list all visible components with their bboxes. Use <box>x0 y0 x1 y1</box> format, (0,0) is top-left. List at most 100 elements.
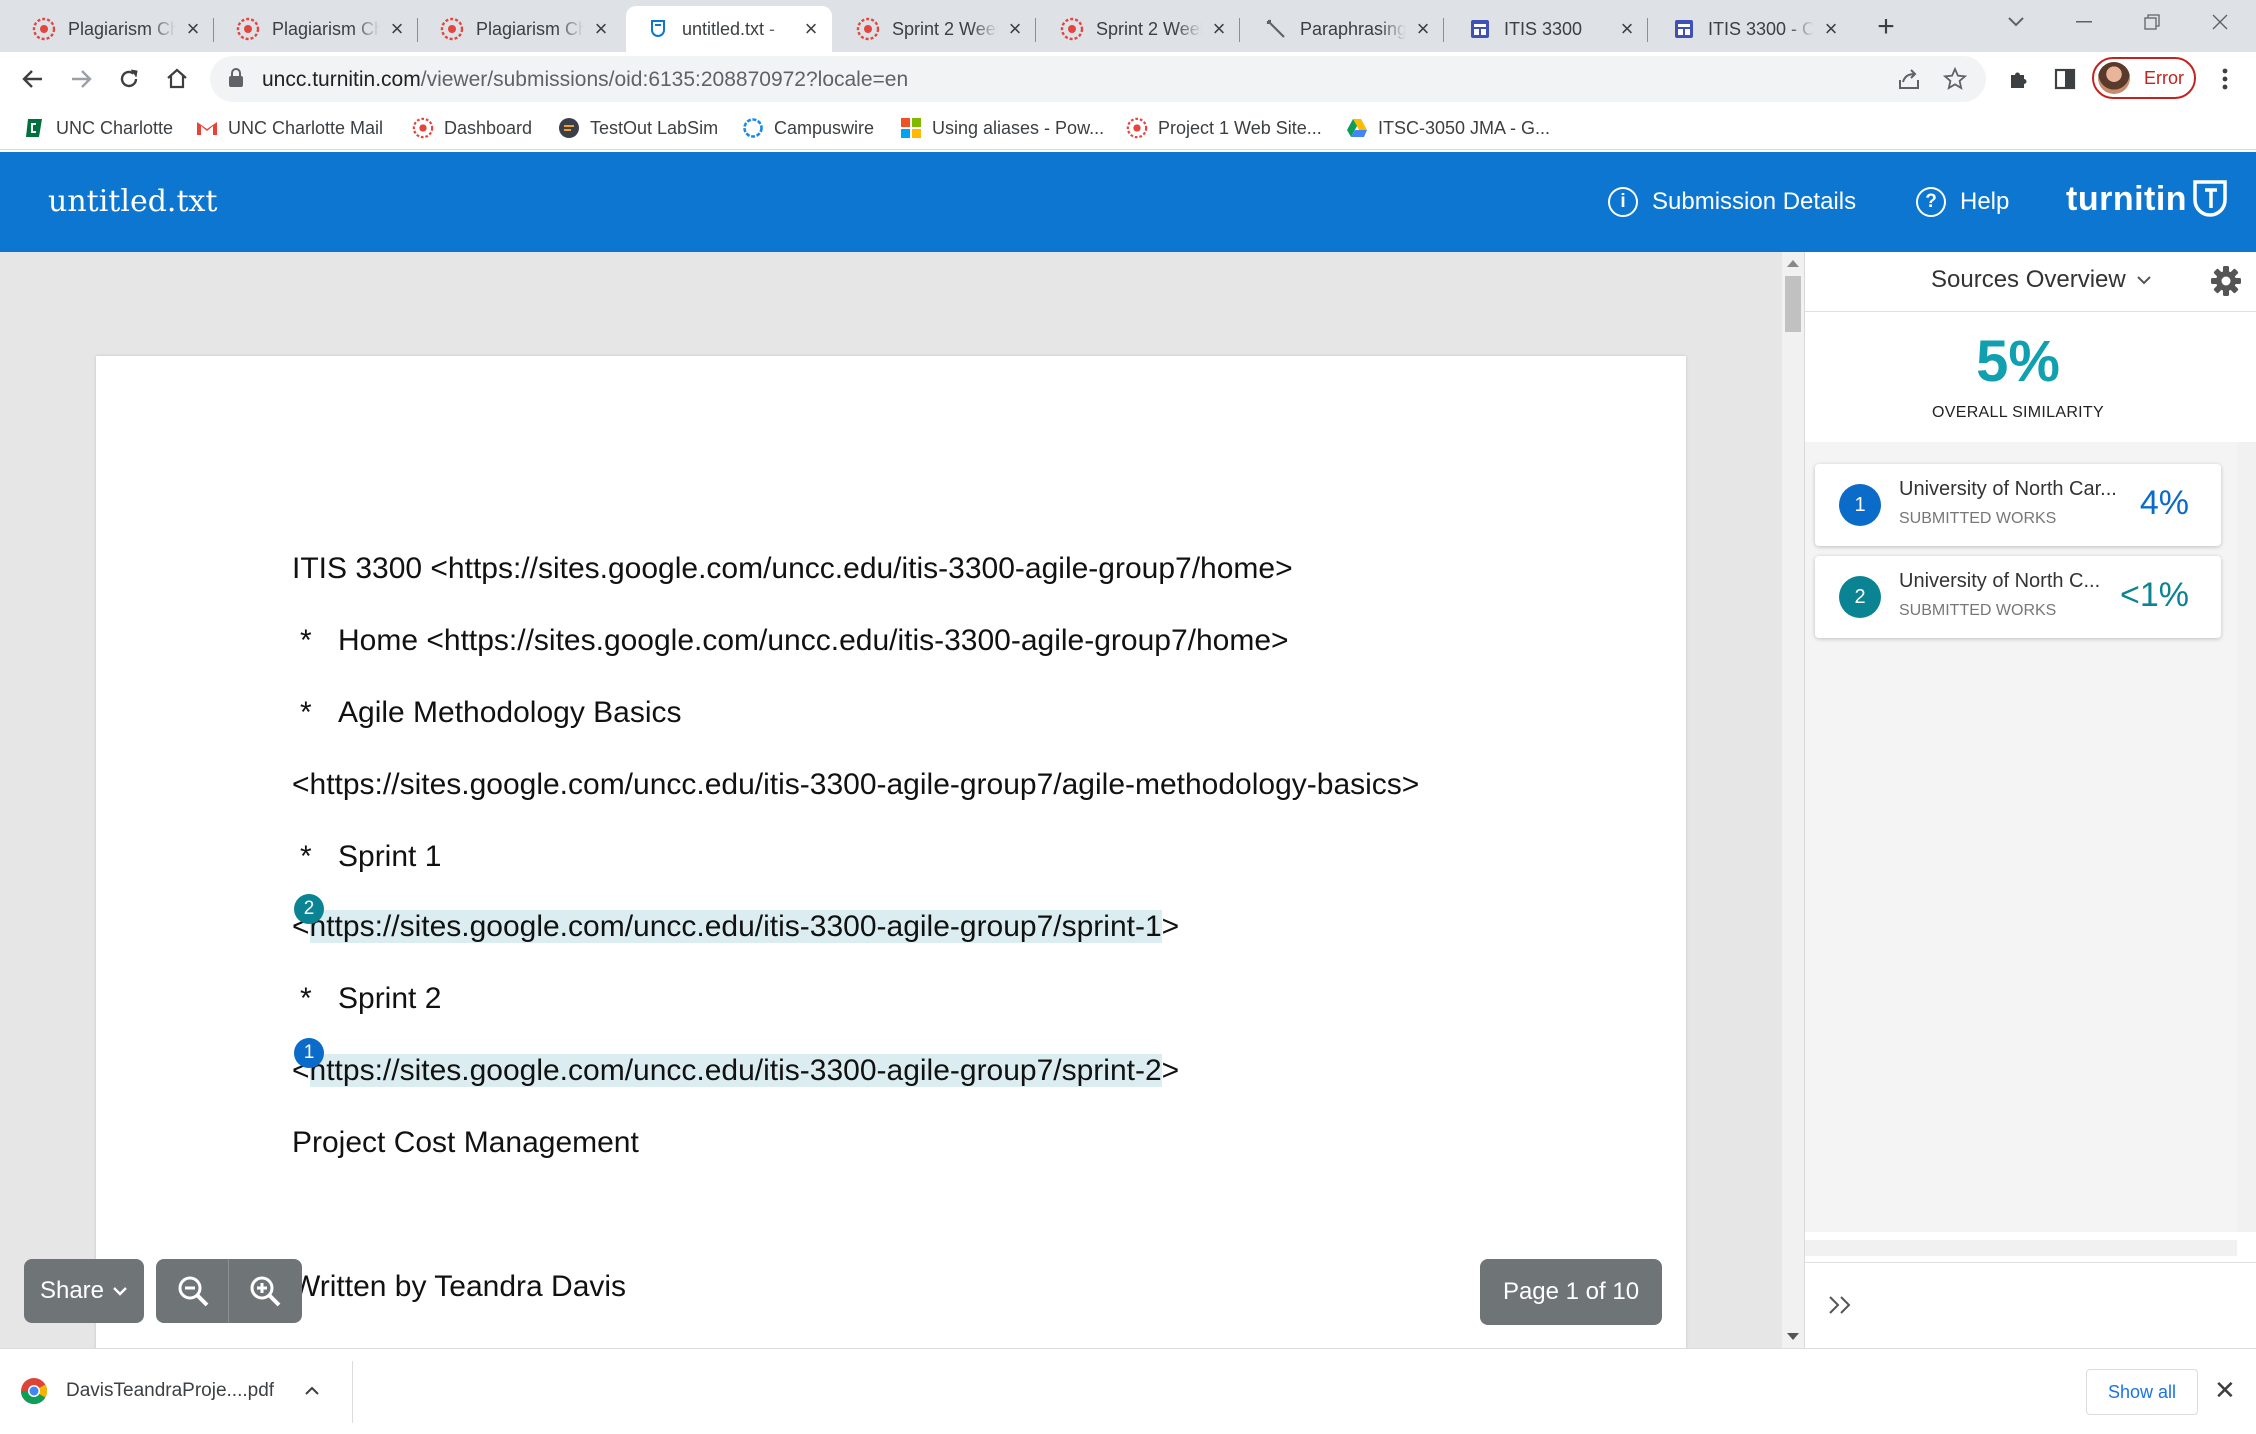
zoom-in-icon <box>250 1276 281 1307</box>
chevron-down-icon <box>113 1287 127 1296</box>
lock-icon[interactable] <box>228 68 244 93</box>
page-indicator[interactable]: Page 1 of 10 <box>1480 1259 1662 1325</box>
help-icon: ? <box>1916 187 1946 217</box>
source-name: University of North C... <box>1899 570 2101 592</box>
document-title: untitled.txt <box>48 184 218 219</box>
browser-toolbar: uncc.turnitin.com/viewer/submissions/oid… <box>0 52 2256 106</box>
new-tab-button[interactable]: + <box>1866 8 1906 48</box>
doc-line: * Sprint 2 <box>300 982 442 1015</box>
browser-tab[interactable]: Sprint 2 Week × <box>836 6 1036 52</box>
unc-icon <box>24 117 46 139</box>
close-window-button[interactable] <box>2186 0 2254 44</box>
browser-tab[interactable]: Paraphrasing × <box>1244 6 1444 52</box>
bookmark-campuswire[interactable]: Campuswire <box>742 114 874 142</box>
close-tab-icon[interactable]: × <box>1412 18 1434 40</box>
browser-tab[interactable]: Sprint 2 Week × <box>1040 6 1240 52</box>
document-page: ITIS 3300 <https://sites.google.com/uncc… <box>96 356 1686 1348</box>
close-tab-icon[interactable]: × <box>1616 18 1638 40</box>
turnitin-logo: turnitin <box>2066 174 2233 224</box>
browser-tab[interactable]: Plagiarism Ch × <box>420 6 622 52</box>
scrollbar-thumb[interactable] <box>1785 276 1801 332</box>
source-name: University of North Car... <box>1899 478 2117 500</box>
sources-list: 1 University of North Car... SUBMITTED W… <box>1805 442 2256 1232</box>
bookmark-itsc-3050[interactable]: ITSC-3050 JMA - G... <box>1346 114 1550 142</box>
zoom-out-button[interactable] <box>157 1259 229 1323</box>
doc-line: <https://sites.google.com/uncc.edu/itis-… <box>292 768 1420 801</box>
browser-tab[interactable]: ITIS 3300 - Co × <box>1652 6 1852 52</box>
chevron-down-icon <box>2137 276 2151 285</box>
close-tab-icon[interactable]: × <box>1208 18 1230 40</box>
bookmark-unc-mail[interactable]: UNC Charlotte Mail <box>196 114 383 142</box>
browser-tab[interactable]: ITIS 3300 × <box>1448 6 1648 52</box>
match-marker-2[interactable]: 2 <box>294 894 324 924</box>
close-tab-icon[interactable]: × <box>386 18 408 40</box>
close-tab-icon[interactable]: × <box>1004 18 1026 40</box>
sources-horizontal-scrollbar[interactable] <box>1805 1240 2237 1256</box>
close-tab-icon[interactable]: × <box>800 18 822 40</box>
address-bar[interactable]: uncc.turnitin.com/viewer/submissions/oid… <box>210 56 1986 102</box>
match-line-1[interactable]: <https://sites.google.com/uncc.edu/itis-… <box>292 1054 1179 1088</box>
sources-panel-footer <box>1805 1262 2256 1348</box>
show-all-downloads-button[interactable]: Show all <box>2086 1369 2198 1415</box>
sites-icon <box>1468 17 1492 41</box>
download-item[interactable]: DavisTeandraProje....pdf <box>20 1371 320 1411</box>
url-text[interactable]: uncc.turnitin.com/viewer/submissions/oid… <box>262 68 908 92</box>
source-percent: <1% <box>2120 576 2189 614</box>
tab-search-icon[interactable] <box>1982 0 2050 44</box>
help-button[interactable]: ? Help <box>1916 182 2009 222</box>
doc-line: * Agile Methodology Basics <box>300 696 682 729</box>
zoom-in-button[interactable] <box>229 1259 301 1323</box>
profile-button[interactable]: Error <box>2092 57 2196 99</box>
sources-overview-dropdown[interactable]: Sources Overview <box>1931 266 2152 294</box>
home-button[interactable] <box>158 60 196 98</box>
lms-icon <box>856 17 880 41</box>
browser-tab[interactable]: Plagiarism Ch × <box>216 6 418 52</box>
drive-icon <box>1346 117 1368 139</box>
match-line-2[interactable]: <https://sites.google.com/uncc.edu/itis-… <box>292 910 1179 944</box>
match-marker-1[interactable]: 1 <box>294 1038 324 1068</box>
lms-icon <box>236 17 260 41</box>
doc-line: ITIS 3300 <https://sites.google.com/uncc… <box>292 552 1293 585</box>
back-button[interactable] <box>14 60 52 98</box>
browser-tab-active[interactable]: untitled.txt - × <box>626 6 832 52</box>
lms-icon <box>1060 17 1084 41</box>
source-type: SUBMITTED WORKS <box>1899 510 2057 527</box>
forward-button[interactable] <box>62 60 100 98</box>
close-download-bar-icon[interactable]: ✕ <box>2214 1375 2236 1406</box>
bookmark-unc-charlotte[interactable]: UNC Charlotte <box>24 114 173 142</box>
gear-icon[interactable] <box>2209 264 2243 298</box>
side-panel-icon[interactable] <box>2050 64 2080 94</box>
lms-icon <box>32 17 56 41</box>
bookmark-using-aliases[interactable]: Using aliases - Pow... <box>900 114 1104 142</box>
chevron-up-icon[interactable] <box>304 1386 320 1396</box>
doc-line: Project Cost Management <box>292 1126 639 1159</box>
close-tab-icon[interactable]: × <box>1820 18 1842 40</box>
bookmark-star-icon[interactable] <box>1942 66 1968 92</box>
menu-kebab-icon[interactable] <box>2210 64 2240 94</box>
sources-panel: Sources Overview 5% OVERALL SIMILARITY 1… <box>1804 252 2256 1348</box>
extensions-icon[interactable] <box>2004 64 2034 94</box>
share-button[interactable]: Share <box>24 1259 144 1323</box>
bookmark-testout[interactable]: TestOut LabSim <box>558 114 718 142</box>
submission-details-button[interactable]: i Submission Details <box>1608 182 1856 222</box>
avatar <box>2098 62 2130 94</box>
document-scrollbar[interactable] <box>1782 252 1804 1348</box>
reload-button[interactable] <box>110 60 148 98</box>
minimize-button[interactable] <box>2050 0 2118 44</box>
close-tab-icon[interactable]: × <box>590 18 612 40</box>
bookmark-project1[interactable]: Project 1 Web Site... <box>1126 114 1322 142</box>
share-icon[interactable] <box>1896 66 1922 92</box>
source-card-2[interactable]: 2 University of North C... SUBMITTED WOR… <box>1815 556 2221 638</box>
sources-scrollbar[interactable] <box>2237 442 2256 1232</box>
doc-line: Written by Teandra Davis <box>292 1270 627 1303</box>
restore-button[interactable] <box>2118 0 2186 44</box>
close-tab-icon[interactable]: × <box>182 18 204 40</box>
download-bar: DavisTeandraProje....pdf Show all ✕ <box>0 1348 2256 1434</box>
source-card-1[interactable]: 1 University of North Car... SUBMITTED W… <box>1815 464 2221 546</box>
document-viewer[interactable]: ITIS 3300 <https://sites.google.com/uncc… <box>0 252 1804 1348</box>
browser-tab[interactable]: Plagiarism Ch × <box>12 6 214 52</box>
bookmark-dashboard[interactable]: Dashboard <box>412 114 532 142</box>
info-icon: i <box>1608 187 1638 217</box>
expand-panel-icon[interactable] <box>1827 1293 1855 1317</box>
source-number-badge: 2 <box>1839 576 1881 618</box>
